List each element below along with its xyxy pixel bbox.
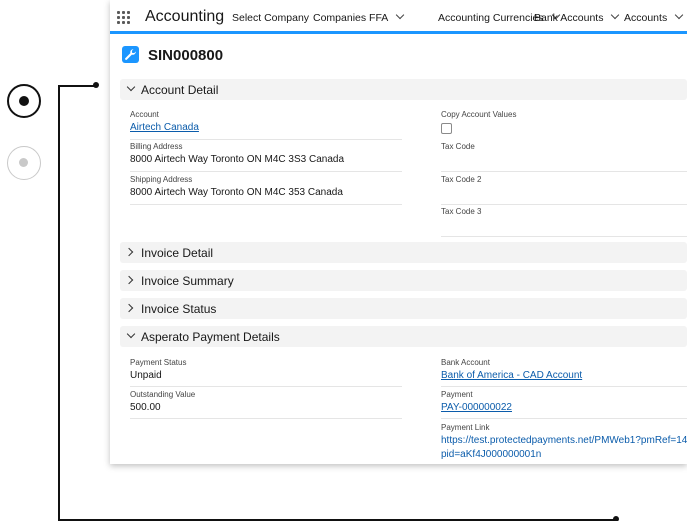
chevron-right-icon <box>124 275 134 285</box>
field-tax-code: Tax Code <box>441 142 687 172</box>
wrench-icon <box>122 46 139 63</box>
app-window: Accounting Select Company Companies FFA … <box>110 0 687 464</box>
field-payment-status: Payment Status Unpaid <box>130 358 402 387</box>
field-tax-code-3: Tax Code 3 <box>441 207 687 237</box>
bank-account-link[interactable]: Bank of America - CAD Account <box>441 369 687 383</box>
field-tax-code-2: Tax Code 2 <box>441 175 687 205</box>
chevron-down-icon <box>126 329 136 339</box>
section-invoice-summary[interactable]: Invoice Summary <box>120 270 687 291</box>
nav-item-bank-accounts[interactable]: Bank Accounts <box>534 10 620 24</box>
app-name: Accounting <box>145 8 225 25</box>
step-2-indicator[interactable] <box>7 146 41 180</box>
section-invoice-detail[interactable]: Invoice Detail <box>120 242 687 263</box>
record-detail-card: Account Detail Account Airtech Canada Bi… <box>110 74 687 464</box>
field-bank-account: Bank Account Bank of America - CAD Accou… <box>441 358 687 387</box>
nav-item-select-company[interactable]: Select Company <box>232 12 309 24</box>
copy-account-values-checkbox[interactable] <box>441 123 452 134</box>
top-navigation: Accounting Select Company Companies FFA … <box>110 0 687 34</box>
connector-dot-top <box>93 82 99 88</box>
payment-url-link[interactable]: https://test.protectedpayments.net/PMWeb… <box>441 434 687 448</box>
field-payment-link: Payment Link https://test.protectedpayme… <box>441 423 687 462</box>
account-link[interactable]: Airtech Canada <box>130 121 402 135</box>
field-account: Account Airtech Canada <box>130 110 402 140</box>
record-title: SIN000800 <box>148 47 224 64</box>
field-billing-address: Billing Address 8000 Airtech Way Toronto… <box>130 142 402 172</box>
step-1-indicator[interactable] <box>7 84 41 118</box>
field-payment: Payment PAY-000000022 <box>441 390 687 419</box>
nav-item-accounts[interactable]: Accounts <box>624 10 684 24</box>
connector-dot-bottom <box>613 516 619 521</box>
app-launcher-icon[interactable] <box>117 11 131 25</box>
chevron-down-icon <box>126 82 136 92</box>
connector-line-bottom <box>58 519 616 521</box>
section-invoice-status[interactable]: Invoice Status <box>120 298 687 319</box>
section-asperato-payment-details[interactable]: Asperato Payment Details <box>120 326 687 347</box>
field-outstanding-value: Outstanding Value 500.00 <box>130 390 402 419</box>
field-shipping-address: Shipping Address 8000 Airtech Way Toront… <box>130 175 402 205</box>
payment-url-link-continued[interactable]: pid=aKf4J000000001n <box>441 448 687 462</box>
chevron-down-icon[interactable] <box>396 10 405 20</box>
chevron-right-icon <box>124 303 134 313</box>
chevron-down-icon[interactable] <box>611 10 620 20</box>
chevron-right-icon <box>124 247 134 257</box>
connector-line-vertical <box>58 85 60 521</box>
nav-item-companies-ffa[interactable]: Companies FFA <box>313 10 405 24</box>
chevron-down-icon[interactable] <box>674 10 684 20</box>
field-copy-account-values: Copy Account Values <box>441 110 687 134</box>
record-header: SIN000800 <box>110 34 687 74</box>
connector-line-top <box>58 85 96 87</box>
section-account-detail[interactable]: Account Detail <box>120 79 687 100</box>
payment-link-record[interactable]: PAY-000000022 <box>441 401 687 415</box>
